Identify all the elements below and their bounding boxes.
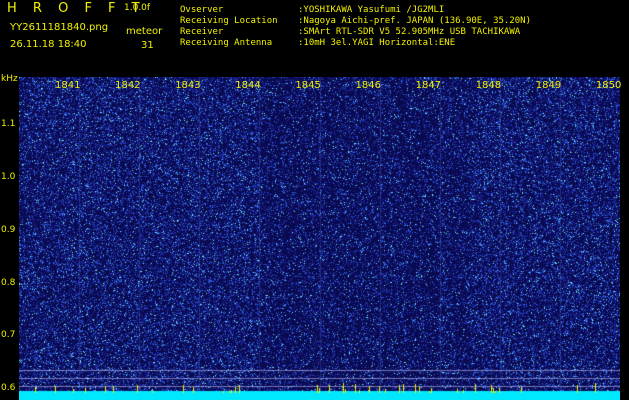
x-tick-label: 1843: [175, 80, 201, 91]
info-value: :SMArt RTL-SDR V5 52.905MHz USB TACHIKAW…: [298, 27, 521, 37]
location-row: Receiving Location :Nagoya Aichi-pref. JA…: [180, 16, 531, 27]
antenna-row: Receiving Antenna :10mH 3el.YAGI Horizont…: [180, 38, 531, 49]
info-value: :Nagoya Aichi-pref. JAPAN (136.90E, 35.2…: [298, 16, 531, 26]
info-value: :YOSHIKAWA Yasufumi /JG2MLI: [298, 5, 445, 15]
file-name: YY2611181840.png: [10, 22, 109, 33]
y-tick-label: 0.7: [1, 330, 16, 341]
y-tick-label: 1.1: [1, 118, 16, 129]
y-axis-unit: kHz: [1, 74, 18, 84]
info-key: Receiving Location: [180, 16, 278, 26]
hrofft-spectrogram-window: H R O F F T 1.0.0f YY2611181840.png 26.1…: [0, 0, 629, 400]
x-tick-label: 1848: [475, 80, 502, 91]
station-info: Ovserver :YOSHIKAWA Yasufumi /JG2MLI Rece…: [180, 5, 531, 49]
x-tick-label: 1849: [535, 80, 562, 91]
x-tick-label: 1845: [295, 80, 321, 91]
x-tick-label: 1844: [235, 80, 261, 91]
x-tick-label: 1842: [115, 80, 141, 91]
info-key: Receiving Antenna: [180, 38, 273, 48]
x-tick-label: 1847: [415, 80, 442, 91]
y-tick-label: 0.8: [1, 277, 16, 288]
x-tick-label: 1841: [55, 80, 81, 91]
meteor-count: 31: [141, 40, 154, 51]
y-tick-label: 0.6: [1, 383, 16, 394]
receiver-row: Receiver :SMArt RTL-SDR V5 52.905MHz USB …: [180, 27, 531, 38]
observer-row: Ovserver :YOSHIKAWA Yasufumi /JG2MLI: [180, 5, 531, 16]
info-key: Receiver: [180, 27, 224, 37]
x-tick-label: 1850: [595, 80, 622, 91]
meteor-label: meteor: [126, 26, 163, 37]
date-time: 26.11.18 18:40: [10, 39, 87, 50]
version-label: 1.0.0f: [124, 3, 151, 13]
x-tick-label: 1846: [355, 80, 381, 91]
y-tick-label: 0.9: [1, 224, 16, 235]
info-key: Ovserver: [180, 5, 224, 15]
y-tick-label: 1.0: [1, 171, 16, 182]
info-value: :10mH 3el.YAGI Horizontal:ENE: [298, 38, 456, 48]
spectrogram-plot: [19, 77, 620, 400]
